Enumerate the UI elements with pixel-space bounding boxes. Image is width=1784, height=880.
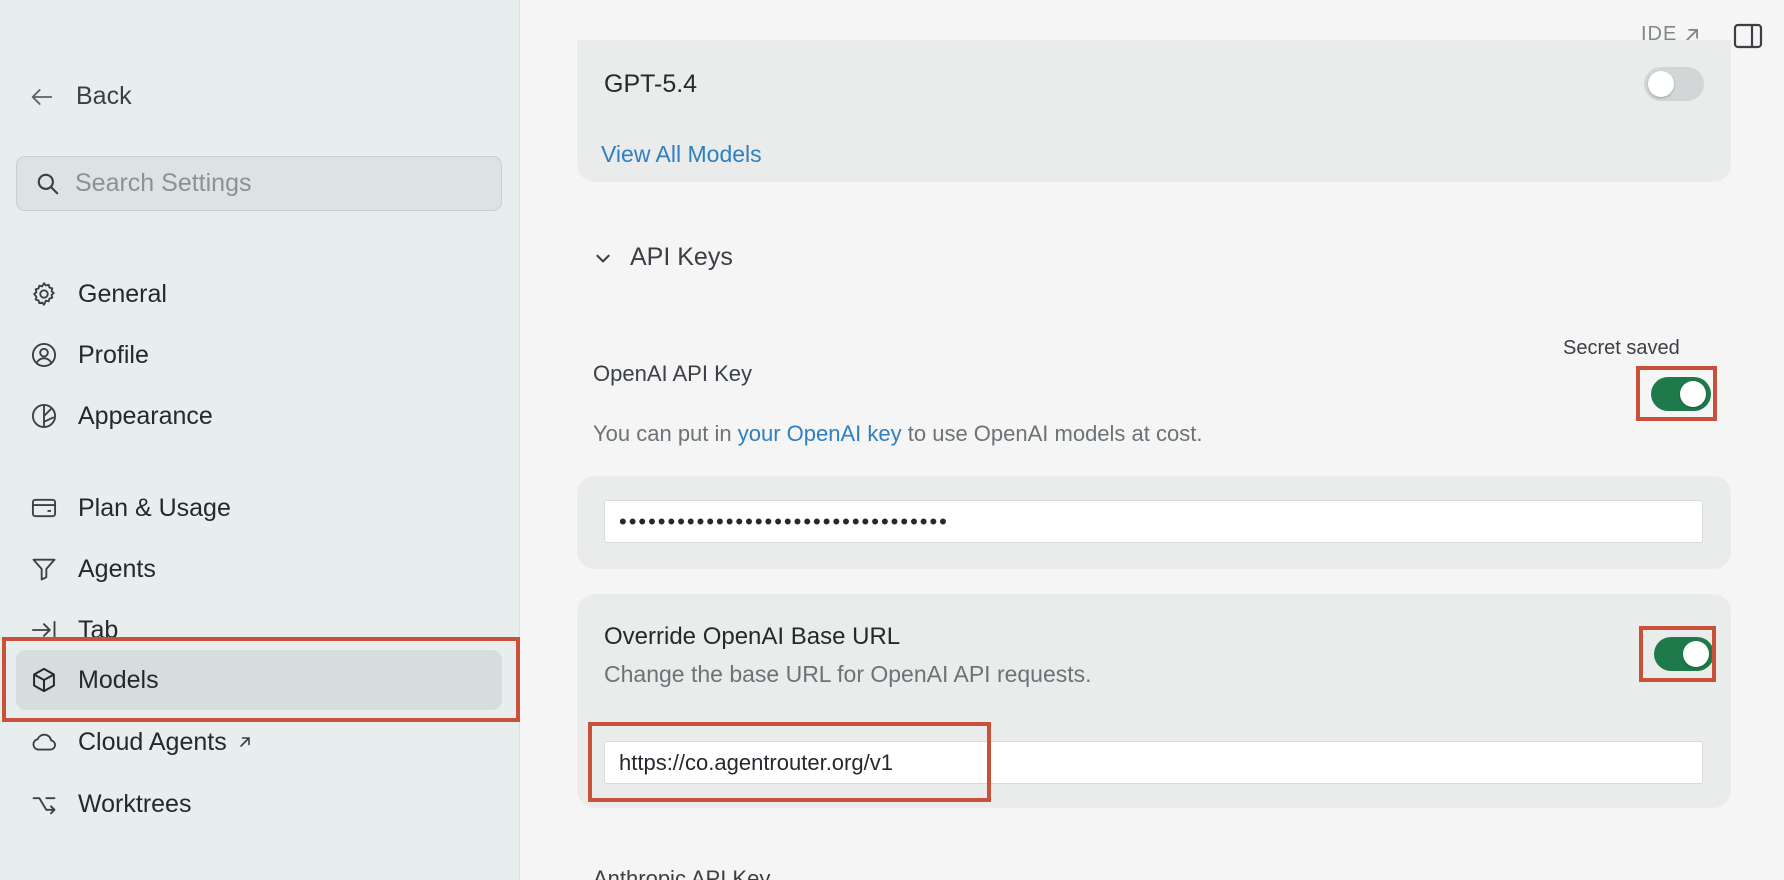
- search-input[interactable]: [75, 169, 475, 198]
- external-link-icon: [239, 737, 250, 747]
- sidebar-item-cloud-agents[interactable]: Cloud Agents: [16, 712, 502, 772]
- openai-api-key-label: OpenAI API Key: [593, 361, 752, 386]
- desc-prefix: You can put in: [593, 421, 738, 446]
- search-settings-field[interactable]: [16, 156, 502, 211]
- back-label: Back: [76, 82, 132, 110]
- sidebar-item-models[interactable]: Models: [16, 650, 502, 710]
- sidebar-item-label: Tab: [78, 615, 119, 644]
- anthropic-api-key-label: Anthropic API Key: [593, 866, 771, 880]
- sidebar-item-plan-usage[interactable]: Plan & Usage: [16, 478, 502, 538]
- sidebar-item-label: Cloud Agents: [78, 727, 227, 756]
- openai-api-key-input[interactable]: [604, 500, 1703, 543]
- sidebar-item-label: Profile: [78, 340, 149, 369]
- cloud-icon: [32, 733, 56, 751]
- sidebar-item-label: Plan & Usage: [78, 493, 231, 522]
- contrast-icon: [31, 403, 57, 429]
- card-icon: [31, 498, 57, 518]
- openai-api-key-toggle[interactable]: [1651, 377, 1711, 411]
- sidebar-item-agents[interactable]: Agents: [16, 539, 502, 599]
- sidebar-item-label: Appearance: [78, 401, 213, 430]
- user-circle-icon: [31, 342, 57, 368]
- arrow-to-line-icon: [31, 620, 56, 640]
- settings-sidebar: Back General Profile Appearance Plan & U…: [0, 0, 520, 880]
- model-name: GPT-5.4: [604, 70, 698, 98]
- model-toggle[interactable]: [1644, 67, 1704, 101]
- override-base-url-toggle[interactable]: [1654, 637, 1714, 671]
- secret-saved-status: Secret saved: [1563, 337, 1680, 359]
- cube-icon: [33, 667, 55, 693]
- gear-icon: [33, 282, 55, 306]
- branch-icon: [32, 797, 56, 815]
- search-icon: [37, 173, 59, 194]
- openai-api-key-description: You can put in your OpenAI key to use Op…: [593, 421, 1202, 447]
- sidebar-item-appearance[interactable]: Appearance: [16, 386, 502, 446]
- sidebar-item-general[interactable]: General: [16, 264, 502, 324]
- api-keys-section-header[interactable]: API Keys: [594, 243, 733, 272]
- override-base-url-description: Change the base URL for OpenAI API reque…: [604, 661, 1092, 687]
- section-label: API Keys: [630, 243, 733, 271]
- chevron-down-icon: [596, 254, 610, 262]
- sidebar-item-label: General: [78, 279, 167, 308]
- sidebar-item-label: Agents: [78, 554, 156, 583]
- base-url-input[interactable]: [604, 741, 1703, 784]
- arrow-left-icon: [31, 88, 53, 105]
- desc-suffix: to use OpenAI models at cost.: [901, 421, 1203, 446]
- openai-key-link[interactable]: your OpenAI key: [738, 421, 902, 446]
- sidebar-item-profile[interactable]: Profile: [16, 325, 502, 385]
- sidebar-item-label: Models: [78, 665, 159, 694]
- sidebar-item-worktrees[interactable]: Worktrees: [16, 774, 502, 834]
- back-button[interactable]: Back: [28, 82, 132, 111]
- filter-icon: [32, 558, 56, 581]
- override-base-url-title: Override OpenAI Base URL: [604, 623, 901, 650]
- view-all-models-link[interactable]: View All Models: [601, 141, 762, 168]
- sidebar-toggle-icon[interactable]: [1733, 22, 1763, 50]
- sidebar-item-label: Worktrees: [78, 789, 192, 818]
